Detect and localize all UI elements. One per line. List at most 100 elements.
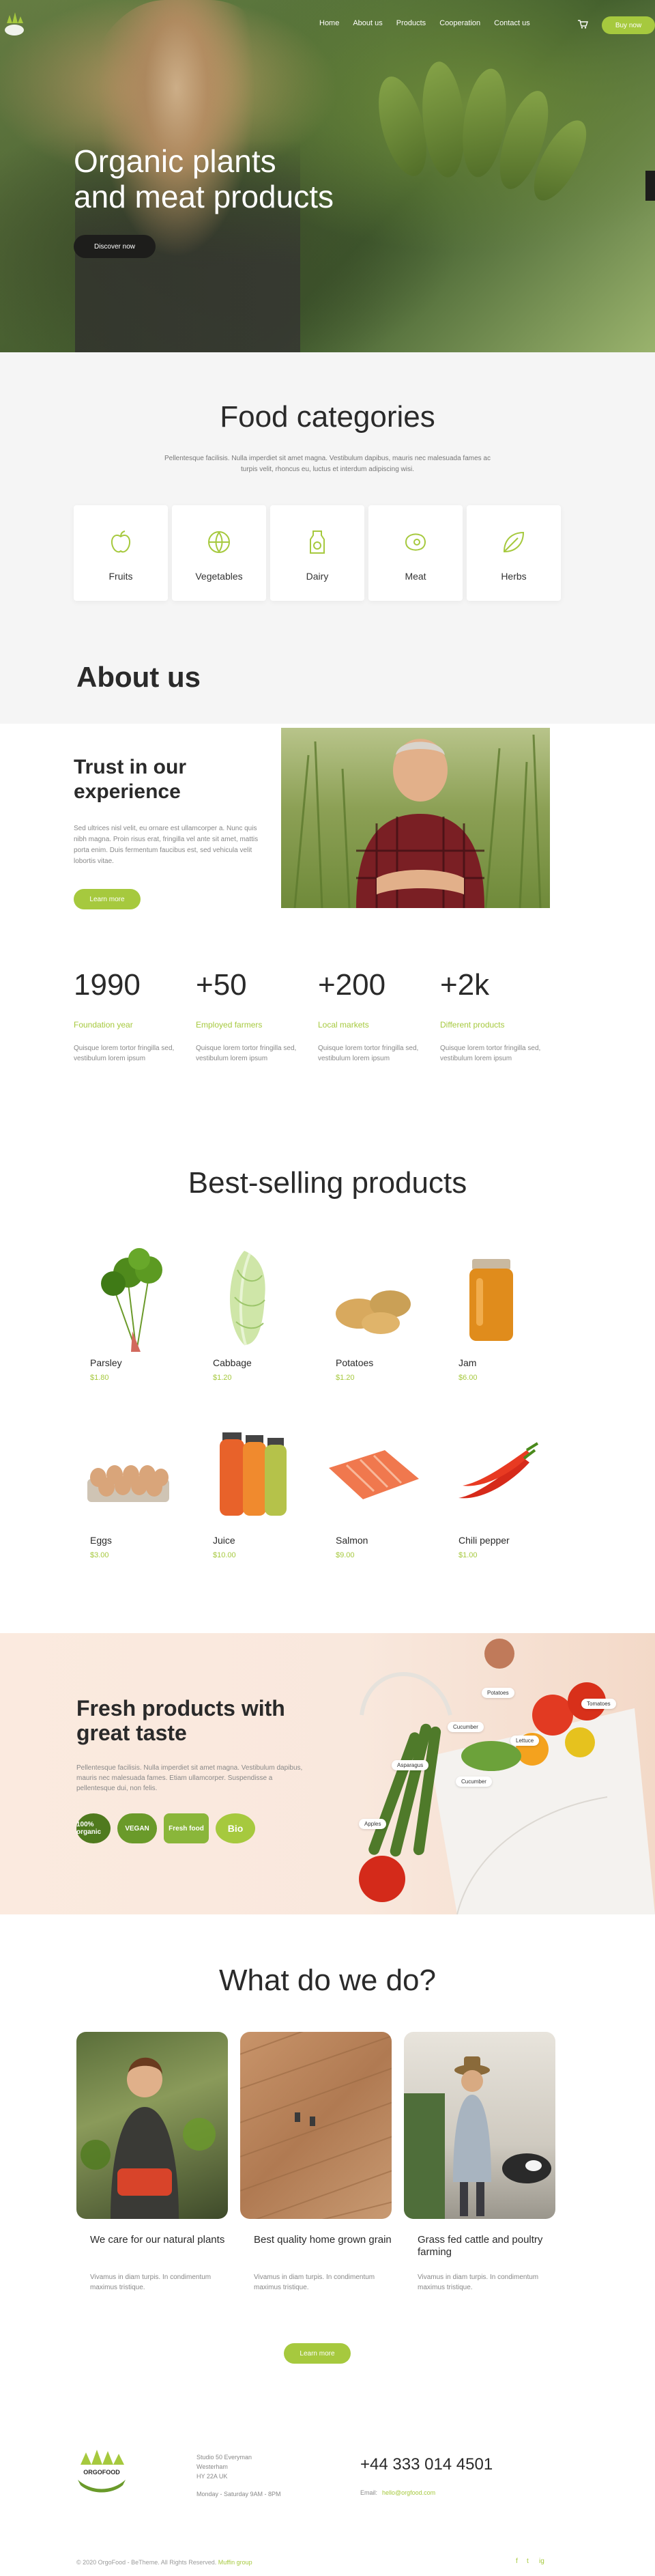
product-price: $10.00 xyxy=(213,1551,236,1559)
product-name: Juice xyxy=(213,1535,235,1546)
product-price: $9.00 xyxy=(336,1551,355,1559)
twitter-icon[interactable]: t xyxy=(527,2558,529,2565)
product-card-chili[interactable]: Chili pepper $1.00 xyxy=(442,1420,551,1563)
category-card-vegetables[interactable]: Vegetables xyxy=(172,505,266,601)
product-card-salmon[interactable]: Salmon $9.00 xyxy=(319,1420,428,1563)
fresh-title-line2: great taste xyxy=(76,1721,187,1745)
category-card-herbs[interactable]: Herbs xyxy=(467,505,561,601)
produce-tag: Cucumber xyxy=(456,1777,492,1787)
what-card-title: We care for our natural plants xyxy=(90,2234,225,2246)
category-label: Herbs xyxy=(501,571,527,582)
products-title: Best-selling products xyxy=(188,1166,467,1200)
grain-field-image xyxy=(240,2032,392,2219)
grocery-bag-image xyxy=(359,1639,655,1914)
nav-products[interactable]: Products xyxy=(396,19,426,27)
product-card-cabbage[interactable]: Cabbage $1.20 xyxy=(196,1243,306,1386)
vegan-badge: VEGAN xyxy=(117,1813,157,1843)
nav-contact[interactable]: Contact us xyxy=(494,19,530,27)
produce-tag: Tomatoes xyxy=(581,1699,616,1709)
product-card-potatoes[interactable]: Potatoes $1.20 xyxy=(319,1243,428,1386)
stat-label: Foundation year xyxy=(74,1020,133,1030)
fresh-title: Fresh products with great taste xyxy=(76,1696,308,1745)
what-card-cattle[interactable] xyxy=(404,2032,555,2219)
cabbage-icon xyxy=(208,531,230,553)
category-label: Vegetables xyxy=(195,571,243,582)
footer-phone[interactable]: +44 333 014 4501 xyxy=(360,2455,493,2474)
farmer-cattle-image xyxy=(404,2056,551,2219)
stat-label: Employed farmers xyxy=(196,1020,263,1030)
product-name: Parsley xyxy=(90,1357,122,1368)
trust-title-line1: Trust in our xyxy=(74,756,186,778)
instagram-icon[interactable]: ig xyxy=(539,2558,544,2565)
product-card-jam[interactable]: Jam $6.00 xyxy=(442,1243,551,1386)
farmer-plants-image xyxy=(81,2057,216,2219)
product-card-parsley[interactable]: Parsley $1.80 xyxy=(74,1243,183,1386)
category-card-fruits[interactable]: Fruits xyxy=(74,505,168,601)
milk-icon xyxy=(310,530,325,554)
footer-logo-text: ORGOFOOD xyxy=(83,2469,120,2476)
product-name: Jam xyxy=(458,1357,477,1368)
what-card-grain[interactable] xyxy=(240,2032,392,2219)
stat-number: 1990 xyxy=(74,968,141,1002)
salmon-image xyxy=(329,1450,419,1499)
copyright-text: © 2020 OrgoFood - BeTheme. All Rights Re… xyxy=(76,2559,217,2566)
apple-icon xyxy=(111,530,130,553)
hero-section: Home About us Products Cooperation Conta… xyxy=(0,0,655,352)
side-tab[interactable] xyxy=(645,171,655,201)
footer-hours: Monday - Saturday 9AM - 8PM xyxy=(196,2491,281,2497)
about-title: About us xyxy=(76,661,201,693)
facebook-icon[interactable]: f xyxy=(516,2558,518,2565)
product-name: Eggs xyxy=(90,1535,112,1546)
stat-text: Quisque lorem tortor fringilla sed, vest… xyxy=(196,1045,297,1062)
main-nav: Home About us Products Cooperation Conta… xyxy=(319,19,530,27)
footer-address-line: HY 22A UK xyxy=(196,2473,228,2480)
nav-about[interactable]: About us xyxy=(353,19,382,27)
trust-title-line2: experience xyxy=(74,780,181,803)
what-card-title: Best quality home grown grain xyxy=(254,2234,392,2246)
categories-subtitle: Pellentesque facilisis. Nulla imperdiet … xyxy=(164,455,491,473)
product-price: $3.00 xyxy=(90,1551,109,1559)
product-card-eggs[interactable]: Eggs $3.00 xyxy=(74,1420,183,1563)
jam-image xyxy=(469,1259,513,1341)
cabbage-image xyxy=(229,1251,265,1346)
category-card-dairy[interactable]: Dairy xyxy=(270,505,364,601)
nav-cooperation[interactable]: Cooperation xyxy=(439,19,480,27)
product-card-juice[interactable]: Juice $10.00 xyxy=(196,1420,306,1563)
what-learn-more-button[interactable]: Learn more xyxy=(284,2343,351,2364)
what-card-text: Vivamus in diam turpis. In condimentum m… xyxy=(90,2274,212,2291)
brand-logo-icon[interactable] xyxy=(4,10,25,41)
leaf-icon xyxy=(503,531,525,553)
trust-title: Trust in our experience xyxy=(74,755,265,804)
product-price: $1.80 xyxy=(90,1374,109,1382)
hero-title-line2: and meat products xyxy=(74,179,334,214)
copyright: © 2020 OrgoFood - BeTheme. All Rights Re… xyxy=(76,2559,252,2566)
stat-text: Quisque lorem tortor fringilla sed, vest… xyxy=(318,1045,419,1062)
category-card-meat[interactable]: Meat xyxy=(368,505,463,601)
about-learn-more-button[interactable]: Learn more xyxy=(74,889,141,909)
juice-image xyxy=(220,1432,287,1516)
nav-home[interactable]: Home xyxy=(319,19,339,27)
stat-text: Quisque lorem tortor fringilla sed, vest… xyxy=(74,1045,175,1062)
hero-title-line1: Organic plants xyxy=(74,143,276,179)
discover-button[interactable]: Discover now xyxy=(74,235,156,258)
cart-icon[interactable] xyxy=(577,19,588,29)
category-label: Dairy xyxy=(306,571,329,582)
footer-logo-icon[interactable]: ORGOFOOD xyxy=(71,2444,132,2499)
stat-number: +200 xyxy=(318,968,386,1002)
hero-title: Organic plants and meat products xyxy=(74,143,428,214)
stat-text: Quisque lorem tortor fringilla sed, vest… xyxy=(440,1045,541,1062)
what-card-plants[interactable] xyxy=(76,2032,228,2219)
fresh-food-badge: Fresh food xyxy=(164,1813,209,1843)
parsley-image xyxy=(101,1248,162,1352)
copyright-link[interactable]: Muffin group xyxy=(218,2559,252,2566)
product-name: Cabbage xyxy=(213,1357,252,1368)
bio-badge: Bio xyxy=(216,1813,255,1843)
stat-number: +50 xyxy=(196,968,247,1002)
product-price: $1.20 xyxy=(213,1374,232,1382)
fresh-text: Pellentesque facilisis. Nulla imperdiet … xyxy=(76,1764,303,1792)
footer-email-link[interactable]: hello@orgfood.com xyxy=(382,2489,435,2496)
buy-now-button[interactable]: Buy now xyxy=(602,16,655,34)
what-card-text: Vivamus in diam turpis. In condimentum m… xyxy=(254,2274,375,2291)
produce-tag: Asparagus xyxy=(392,1760,429,1770)
potatoes-image xyxy=(336,1290,411,1334)
